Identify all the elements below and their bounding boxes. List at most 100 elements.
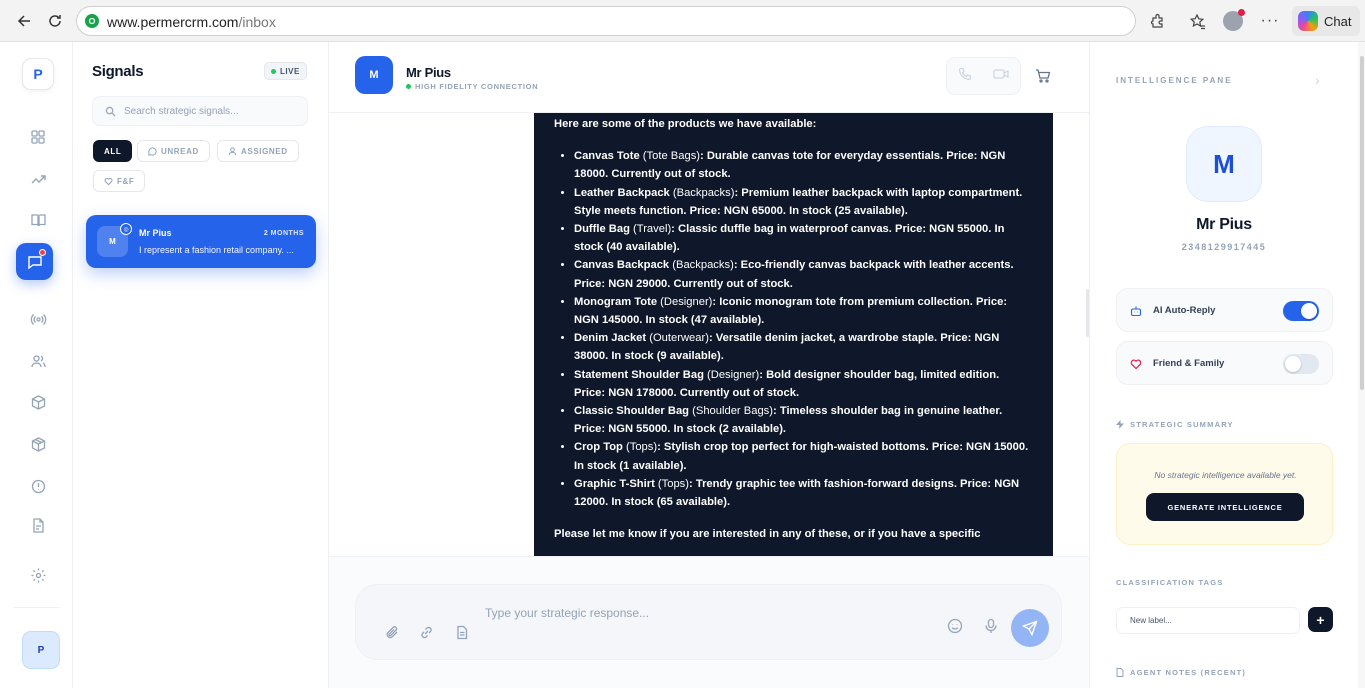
new-tag-input[interactable]: New label... [1116,607,1300,634]
product-category: (Designer) [703,368,760,381]
link-icon[interactable] [417,623,435,641]
filter-ff[interactable]: F&F [93,170,146,192]
friend-family-label: Friend & Family [1153,358,1225,369]
search-input[interactable]: Search strategic signals... [92,96,308,126]
product-item: Crop Top (Tops): Stylish crop top perfec… [574,438,1033,474]
microphone-icon[interactable] [982,617,1000,635]
product-item: Canvas Tote (Tote Bags): Durable canvas … [574,147,1033,183]
product-name: Canvas Tote [574,150,640,163]
product-item: Leather Backpack (Backpacks): Premium le… [574,184,1033,220]
profile-avatar-large: M [1186,126,1262,202]
product-name: Statement Shoulder Bag [574,368,704,381]
product-name: Duffle Bag [574,223,630,236]
attachment-icon[interactable] [383,623,401,641]
product-category: (Backpacks) [669,186,735,199]
product-name: Crop Top [574,441,623,454]
refresh-icon[interactable] [43,9,67,33]
unread-dot [39,249,46,256]
scrollbar-thumb[interactable] [1360,56,1364,390]
product-name: Monogram Tote [574,295,658,308]
status-dot [406,84,411,89]
product-item: Monogram Tote (Designer): Iconic monogra… [574,293,1033,329]
note-icon [1116,668,1124,677]
strategic-summary-card: No strategic intelligence available yet.… [1116,443,1333,545]
settings-icon[interactable] [27,564,49,586]
product-list: Canvas Tote (Tote Bags): Durable canvas … [574,147,1033,511]
composer-area: Type your strategic response... [329,556,1089,688]
send-button[interactable] [1011,609,1049,647]
alert-icon[interactable] [27,475,49,497]
search-icon [105,106,116,117]
chevron-right-icon[interactable]: › [1315,72,1320,88]
send-icon [1022,620,1038,636]
product-item: Graphic T-Shirt (Tops): Trendy graphic t… [574,475,1033,511]
filter-assigned[interactable]: ASSIGNED [217,140,299,162]
site-info-icon[interactable] [85,14,99,28]
users-icon[interactable] [27,350,49,372]
friend-family-toggle[interactable] [1283,354,1319,374]
message-outro: Please let me know if you are interested… [554,528,981,541]
profile-phone: 2348129917445 [1181,242,1267,252]
app-logo[interactable]: P [22,58,54,90]
product-name: Canvas Backpack [574,259,670,272]
more-icon[interactable]: ··· [1259,10,1281,32]
product-item: Classic Shoulder Bag (Shoulder Bags): Ti… [574,402,1033,438]
product-category: (Tops) [622,441,658,454]
page-scrollbar[interactable] [1358,42,1365,688]
copilot-chat-button[interactable]: Chat [1292,6,1360,36]
back-icon[interactable] [12,9,36,33]
classification-tags-label: CLASSIFICATION TAGS [1116,578,1224,587]
product-item: Statement Shoulder Bag (Designer): Bold … [574,366,1033,402]
message-composer: Type your strategic response... [355,584,1062,660]
toggle-knob [1285,356,1301,372]
summary-empty-text: No strategic intelligence available yet. [1154,470,1297,480]
message-thread[interactable]: Here are some of the products we have av… [329,113,1089,556]
profile-avatar[interactable] [1222,9,1245,32]
auto-reply-toggle[interactable] [1283,301,1319,321]
auto-reply-row: AI Auto-Reply [1116,288,1333,332]
copilot-icon [1298,11,1318,31]
filter-unread[interactable]: UNREAD [137,140,210,162]
user-icon [228,146,237,155]
package-icon[interactable] [27,433,49,455]
heart-icon [1130,357,1142,375]
message-bubble: Here are some of the products we have av… [534,113,1053,556]
composer-input[interactable]: Type your strategic response... [485,606,649,620]
extensions-icon[interactable] [1146,10,1168,32]
messages-icon[interactable] [16,243,53,280]
conversation-name: Mr Pius [139,228,172,238]
emoji-icon[interactable] [946,617,964,635]
url-text: www.permercrm.com/inbox [107,14,276,30]
add-tag-button[interactable]: + [1308,607,1333,632]
report-icon[interactable] [27,514,49,536]
dashboard-icon[interactable] [27,126,49,148]
favorites-icon[interactable] [1186,10,1208,32]
contact-avatar: M [355,56,393,94]
box-icon[interactable] [27,391,49,413]
video-icon[interactable] [993,67,1009,86]
template-icon[interactable] [453,623,471,641]
broadcast-icon[interactable] [27,308,49,330]
message-intro: Here are some of the products we have av… [554,118,817,130]
chat-header: M Mr Pius HIGH FIDELITY CONNECTION [329,42,1089,113]
app-root: P P Signals LIVE Search strategic signal… [0,42,1365,688]
trending-icon[interactable] [27,168,49,190]
intelligence-pane: INTELLIGENCE PANE › M Mr Pius 2348129917… [1089,42,1365,688]
generate-intelligence-button[interactable]: GENERATE INTELLIGENCE [1146,493,1304,521]
user-avatar[interactable]: P [22,631,60,669]
strategic-summary-label: STRATEGIC SUMMARY [1116,420,1234,429]
cart-icon[interactable] [1035,68,1051,89]
call-controls [946,57,1021,95]
bolt-icon [1116,420,1124,429]
live-dot [271,68,276,74]
book-icon[interactable] [27,209,49,231]
robot-icon [1130,304,1142,322]
conversation-item[interactable]: M ◎ Mr Pius 2 MONTHS I represent a fashi… [86,215,316,268]
address-bar[interactable]: www.permercrm.com/inbox [76,6,1136,36]
filter-all[interactable]: ALL [93,140,133,162]
agent-notes-label: AGENT NOTES (RECENT) [1116,668,1246,677]
product-category: (Tote Bags) [639,150,701,163]
product-category: (Shoulder Bags) [689,405,773,418]
phone-icon[interactable] [958,67,972,86]
live-badge: LIVE [264,62,307,80]
